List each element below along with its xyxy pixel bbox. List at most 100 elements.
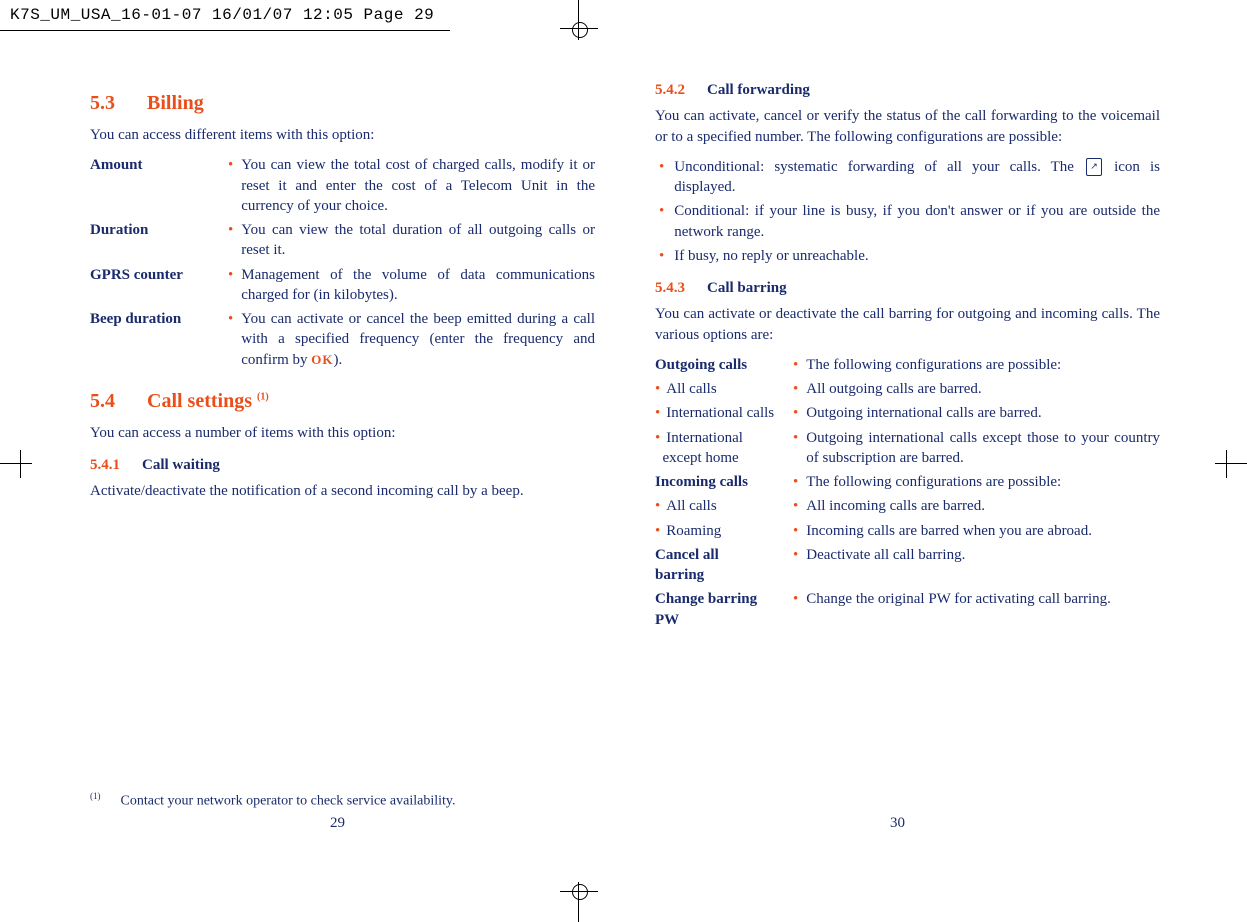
- bullet-icon: •: [659, 201, 664, 242]
- row-outgoing: Outgoing calls • The following configurat…: [655, 355, 1160, 375]
- text-beep: You can activate or cancel the beep emit…: [241, 309, 595, 370]
- bullet-icon: •: [793, 403, 798, 423]
- bullet-icon: •: [655, 430, 660, 446]
- row-gprs: GPRS counter •Management of the volume o…: [90, 265, 595, 306]
- page-29: 5.3 Billing You can access different item…: [90, 80, 595, 502]
- label-all-outgoing: •All calls: [655, 379, 793, 399]
- label-change-pw: Change barringPW: [655, 589, 793, 630]
- heading-5-4-1: 5.4.1 Call waiting: [90, 455, 595, 475]
- label-amount: Amount: [90, 155, 228, 216]
- text-international-except: Outgoing international calls except thos…: [806, 428, 1160, 469]
- bullet-icon: •: [655, 381, 660, 397]
- fwd-conditional: • Conditional: if your line is busy, if …: [655, 201, 1160, 242]
- text-international: Outgoing international calls are barred.: [806, 403, 1160, 423]
- row-beep: Beep duration •You can activate or cance…: [90, 309, 595, 370]
- bullet-icon: •: [793, 589, 798, 630]
- bullet-icon: •: [793, 379, 798, 399]
- heading-5-4-1-title: Call waiting: [142, 457, 220, 473]
- text-all-incoming: All incoming calls are barred.: [806, 496, 1160, 516]
- footnote-ref: (1): [90, 791, 101, 801]
- print-header: K7S_UM_USA_16-01-07 16/01/07 12:05 Page …: [0, 0, 450, 31]
- row-all-outgoing: •All calls • All outgoing calls are barre…: [655, 379, 1160, 399]
- label-all-incoming: •All calls: [655, 496, 793, 516]
- fwd-conditional-text: Conditional: if your line is busy, if yo…: [674, 201, 1160, 242]
- bullet-icon: •: [655, 405, 660, 421]
- heading-5-3-title: Billing: [147, 92, 204, 114]
- text-all-outgoing: All outgoing calls are barred.: [806, 379, 1160, 399]
- crop-circle-top: [572, 22, 588, 38]
- text-change-pw: Change the original PW for activating ca…: [806, 589, 1160, 630]
- bullet-icon: •: [793, 428, 798, 469]
- page-30: 5.4.2 Call forwarding You can activate, c…: [655, 80, 1160, 634]
- text-duration: You can view the total duration of all o…: [241, 220, 595, 261]
- bullet-icon: •: [228, 220, 233, 261]
- section-5-3-intro: You can access different items with this…: [90, 125, 595, 145]
- crop-circle-bottom: [572, 884, 588, 900]
- footnote-text: Contact your network operator to check s…: [121, 794, 456, 809]
- text-roaming: Incoming calls are barred when you are a…: [806, 521, 1160, 541]
- row-international-except: •International except home •Outgoing int…: [655, 428, 1160, 469]
- bullet-icon: •: [793, 496, 798, 516]
- bullet-icon: •: [793, 472, 798, 492]
- bullet-icon: •: [228, 155, 233, 216]
- label-international-except: •International except home: [655, 428, 793, 469]
- fwd-busy: • If busy, no reply or unreachable.: [655, 246, 1160, 266]
- section-5-4-2-intro: You can activate, cancel or verify the s…: [655, 106, 1160, 147]
- heading-5-4-3: 5.4.3 Call barring: [655, 278, 1160, 298]
- row-duration: Duration •You can view the total duratio…: [90, 220, 595, 261]
- row-change-pw: Change barringPW •Change the original PW…: [655, 589, 1160, 630]
- label-roaming: •Roaming: [655, 521, 793, 541]
- heading-5-4-2-title: Call forwarding: [707, 82, 810, 98]
- ok-key-icon: OK: [311, 352, 333, 367]
- fwd-busy-text: If busy, no reply or unreachable.: [674, 246, 1160, 266]
- row-amount: Amount •You can view the total cost of c…: [90, 155, 595, 216]
- label-outgoing: Outgoing calls: [655, 355, 793, 375]
- bullet-icon: •: [793, 521, 798, 541]
- heading-5-3: 5.3 Billing: [90, 90, 595, 117]
- label-beep: Beep duration: [90, 309, 228, 370]
- heading-5-4-num: 5.4: [90, 390, 115, 412]
- text-incoming: The following configurations are possibl…: [806, 472, 1160, 492]
- heading-5-4-1-num: 5.4.1: [90, 457, 120, 473]
- page-number-left: 29: [330, 815, 345, 832]
- bullet-icon: •: [655, 498, 660, 514]
- label-gprs: GPRS counter: [90, 265, 228, 306]
- row-international: •International calls • Outgoing internati…: [655, 403, 1160, 423]
- row-roaming: •Roaming • Incoming calls are barred when…: [655, 521, 1160, 541]
- bullet-icon: •: [655, 523, 660, 539]
- bullet-icon: •: [793, 545, 798, 586]
- forward-icon: ↗: [1086, 158, 1102, 176]
- fwd-unconditional-text: Unconditional: systematic forwarding of …: [674, 157, 1160, 198]
- label-cancel-barring: Cancel allbarring: [655, 545, 793, 586]
- text-gprs: Management of the volume of data communi…: [241, 265, 595, 306]
- bullet-icon: •: [659, 157, 664, 198]
- crop-mark-left: [0, 450, 40, 480]
- row-cancel-barring: Cancel allbarring •Deactivate all call b…: [655, 545, 1160, 586]
- label-incoming: Incoming calls: [655, 472, 793, 492]
- heading-5-4-2-num: 5.4.2: [655, 82, 685, 98]
- section-5-4-intro: You can access a number of items with th…: [90, 423, 595, 443]
- crop-mark-right: [1207, 450, 1247, 480]
- text-amount: You can view the total cost of charged c…: [241, 155, 595, 216]
- text-outgoing: The following configurations are possibl…: [806, 355, 1160, 375]
- heading-5-4: 5.4 Call settings (1): [90, 388, 595, 415]
- heading-5-4-3-num: 5.4.3: [655, 280, 685, 296]
- section-5-4-3-intro: You can activate or deactivate the call …: [655, 304, 1160, 345]
- text-5-4-1: Activate/deactivate the notification of …: [90, 481, 595, 501]
- row-all-incoming: •All calls • All incoming calls are barre…: [655, 496, 1160, 516]
- fwd-unconditional: • Unconditional: systematic forwarding o…: [655, 157, 1160, 198]
- bullet-icon: •: [659, 246, 664, 266]
- page-number-right: 30: [890, 815, 905, 832]
- heading-5-4-2: 5.4.2 Call forwarding: [655, 80, 1160, 100]
- heading-5-4-footnote-ref: (1): [257, 391, 269, 402]
- label-international: •International calls: [655, 403, 793, 423]
- heading-5-4-3-title: Call barring: [707, 280, 787, 296]
- bullet-icon: •: [793, 355, 798, 375]
- heading-5-3-num: 5.3: [90, 92, 115, 114]
- text-cancel-barring: Deactivate all call barring.: [806, 545, 1160, 586]
- label-duration: Duration: [90, 220, 228, 261]
- bullet-icon: •: [228, 309, 233, 370]
- heading-5-4-title: Call settings: [147, 390, 257, 412]
- row-incoming: Incoming calls • The following configurat…: [655, 472, 1160, 492]
- footnote: (1) Contact your network operator to chec…: [90, 791, 455, 810]
